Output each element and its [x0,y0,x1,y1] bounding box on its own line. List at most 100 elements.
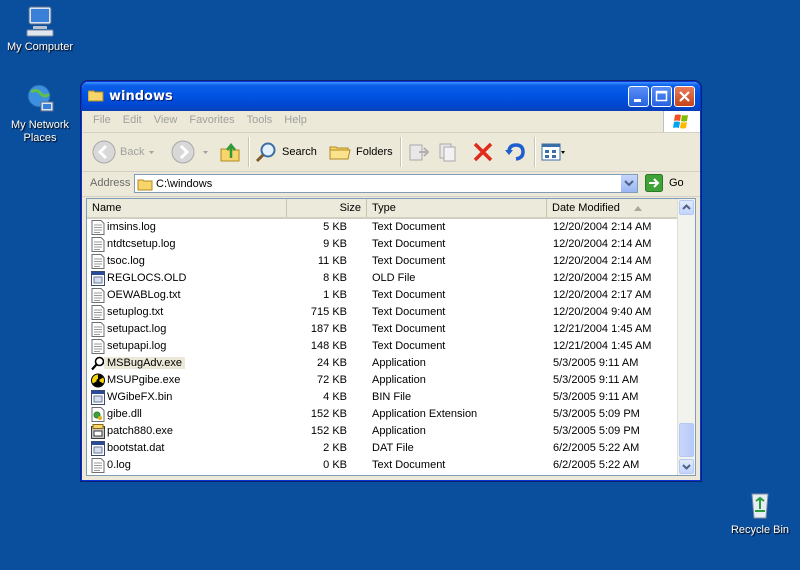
copy-to-icon [439,143,456,162]
file-name: MSUPgibe.exe [107,374,181,386]
file-date-modified: 12/20/2004 2:14 AM [553,238,652,250]
desktop-icon-my-computer[interactable]: My Computer [0,4,80,54]
text-file-icon [91,458,105,473]
radiation-app-icon [91,373,105,388]
file-row[interactable]: MSBugAdv.exe 24 KB Application 5/3/2005 9:1… [87,355,677,372]
forward-dropdown[interactable] [202,137,209,167]
column-header-size[interactable]: Size [287,199,367,217]
file-type: Application [372,425,426,437]
file-size: 5 KB [323,221,347,233]
file-size: 187 KB [310,323,347,335]
column-header-name[interactable]: Name [87,199,287,217]
forward-button[interactable] [171,137,195,167]
address-input[interactable]: C:\windows [134,174,638,193]
menu-bar: File Edit View Favorites Tools Help [82,111,700,133]
file-type: Application Extension [372,408,478,420]
menu-tools[interactable]: Tools [241,111,279,129]
file-row[interactable]: setuplog.txt 715 KB Text Document 12/20/200… [87,304,677,321]
file-list: Name Size Type Date Modified imsins.log 5… [86,198,696,476]
up-folder-icon [220,142,240,162]
views-button[interactable] [540,137,566,167]
address-value: C:\windows [156,178,213,190]
menu-file[interactable]: File [87,111,117,129]
file-size: 4 KB [323,391,347,403]
file-type: Text Document [372,459,446,471]
views-icon [541,143,565,161]
file-size: 0 KB [323,459,347,471]
file-row[interactable]: ntdtcsetup.log 9 KB Text Document 12/20/200… [87,236,677,253]
column-headers: Name Size Type Date Modified [87,199,695,219]
file-size: 11 KB [317,255,347,267]
generic-file-icon [91,271,105,286]
file-name: REGLOCS.OLD [107,272,187,284]
address-bar: Address C:\windows Go [82,172,700,197]
vertical-scrollbar[interactable] [677,199,695,475]
search-button[interactable]: Search [254,137,317,167]
file-type: BIN File [372,391,412,403]
file-name: imsins.log [107,221,156,233]
column-header-type[interactable]: Type [367,199,547,217]
file-name: patch880.exe [107,425,174,437]
recycle-bin-icon [743,487,777,521]
file-row[interactable]: REGLOCS.OLD 8 KB OLD File 12/20/2004 2:15 A… [87,270,677,287]
delete-button[interactable] [471,137,495,167]
file-size: 8 KB [323,272,347,284]
scroll-down-button[interactable] [679,459,694,474]
file-name: ntdtcsetup.log [107,238,176,250]
file-row[interactable]: MSUPgibe.exe 72 KB Application 5/3/2005 9:1… [87,372,677,389]
file-date-modified: 5/3/2005 9:11 AM [553,374,639,386]
go-button[interactable]: Go [645,174,684,192]
sort-ascending-icon [634,206,642,211]
file-row[interactable]: setupact.log 187 KB Text Document 12/21/200… [87,321,677,338]
file-row[interactable]: OEWABLog.txt 1 KB Text Document 12/20/2004 … [87,287,677,304]
generic-file-icon [91,441,105,456]
search-icon [255,142,276,163]
menu-edit[interactable]: Edit [117,111,148,129]
desktop-icon-recycle-bin[interactable]: Recycle Bin [720,487,800,537]
menu-help[interactable]: Help [278,111,313,129]
move-to-button[interactable] [407,137,431,167]
back-dropdown[interactable] [148,137,155,167]
file-row[interactable]: patch880.exe 152 KB Application 5/3/2005 5:… [87,423,677,440]
magnifier-app-icon [91,356,105,371]
file-row[interactable]: gibe.dll 152 KB Application Extension 5/3/2… [87,406,677,423]
back-button[interactable]: Back [92,137,144,167]
up-folder-button[interactable] [219,137,243,167]
file-rows: imsins.log 5 KB Text Document 12/20/2004 2:… [87,219,677,474]
file-name: setupapi.log [107,340,167,352]
search-label: Search [282,146,317,158]
scroll-up-button[interactable] [679,200,694,215]
close-button[interactable] [674,86,695,107]
file-row[interactable]: WGibeFX.bin 4 KB BIN File 5/3/2005 9:11 AM [87,389,677,406]
file-row[interactable]: tsoc.log 11 KB Text Document 12/20/2004 2:1… [87,253,677,270]
chevron-down-icon [203,151,208,154]
undo-button[interactable] [503,137,527,167]
folder-icon [137,179,153,191]
maximize-button[interactable] [651,86,672,107]
text-file-icon [91,305,105,320]
scroll-thumb[interactable] [679,423,694,457]
file-type: DAT File [372,442,414,454]
desktop-icon-my-network-places[interactable]: My Network Places [0,82,80,145]
file-type: Text Document [372,289,446,301]
column-header-date-modified[interactable]: Date Modified [547,199,678,217]
file-row[interactable]: setupapi.log 148 KB Text Document 12/21/200… [87,338,677,355]
close-icon [679,91,690,102]
copy-to-button[interactable] [437,137,461,167]
file-date-modified: 12/20/2004 2:14 AM [553,221,652,233]
folders-button[interactable]: Folders [328,137,393,167]
address-dropdown-button[interactable] [620,175,637,192]
folders-icon [329,146,351,160]
minimize-button[interactable] [628,86,649,107]
file-row[interactable]: bootstat.dat 2 KB DAT File 6/2/2005 5:22 AM [87,440,677,457]
desktop-icon-label: My Computer [6,41,74,53]
file-name: OEWABLog.txt [107,289,181,301]
network-places-icon [23,82,57,116]
title-bar[interactable]: windows [82,82,700,111]
file-row[interactable]: 0.log 0 KB Text Document 6/2/2005 5:22 AM [87,457,677,474]
delete-icon [473,142,493,162]
menu-favorites[interactable]: Favorites [183,111,240,129]
file-date-modified: 5/3/2005 9:11 AM [553,391,639,403]
file-row[interactable]: imsins.log 5 KB Text Document 12/20/2004 2:… [87,219,677,236]
menu-view[interactable]: View [148,111,184,129]
